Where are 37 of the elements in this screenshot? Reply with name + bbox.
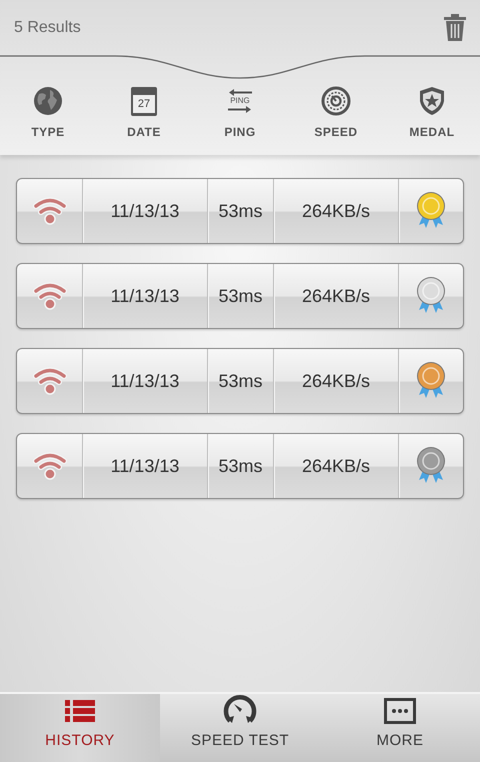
calendar-icon: 27	[131, 86, 157, 116]
speed-text: 264KB/s	[302, 284, 370, 308]
nav-tab[interactable]: MORE	[320, 694, 480, 762]
ping-text: 53ms	[218, 200, 262, 222]
date-text: 11/13/13	[110, 454, 180, 478]
star-shield-icon	[418, 86, 446, 116]
wifi-icon	[32, 451, 68, 481]
date-text: 11/13/13	[110, 200, 180, 222]
result-row[interactable]: 11/13/13 53ms 264KB/s	[16, 433, 464, 499]
trash-icon[interactable]	[444, 14, 466, 41]
nav-tab[interactable]: SPEED TEST	[160, 694, 320, 762]
globe-icon	[33, 86, 63, 116]
date-text: 11/13/13	[110, 370, 180, 392]
ping-text: 53ms	[218, 454, 262, 478]
wifi-icon	[32, 366, 68, 396]
speedometer-icon	[222, 694, 258, 724]
speed-text: 264KB/s	[302, 200, 370, 222]
more-icon	[384, 698, 416, 724]
nav-tab[interactable]: HISTORY	[0, 694, 160, 762]
column-label[interactable]: TYPE	[31, 123, 65, 141]
column-label[interactable]: PING	[224, 123, 256, 141]
date-text: 11/13/13	[110, 284, 180, 308]
speed-text: 264KB/s	[302, 454, 370, 478]
list-icon	[65, 700, 95, 724]
ping-text: 53ms	[218, 284, 262, 308]
result-row[interactable]: 11/13/13 53ms 264KB/s	[16, 178, 464, 244]
speed-text: 264KB/s	[302, 370, 370, 392]
result-row[interactable]: 11/13/13 53ms 264KB/s	[16, 263, 464, 329]
results-count: 5 Results	[14, 18, 81, 38]
stopwatch-icon	[321, 86, 351, 116]
ping-text: 53ms	[218, 370, 262, 392]
result-row[interactable]: 11/13/13 53ms 264KB/s	[16, 348, 464, 414]
column-label[interactable]: SPEED	[314, 123, 358, 141]
column-label[interactable]: MEDAL	[409, 123, 455, 141]
wifi-icon	[32, 196, 68, 226]
column-label[interactable]: DATE	[127, 123, 161, 141]
wifi-icon	[32, 281, 68, 311]
